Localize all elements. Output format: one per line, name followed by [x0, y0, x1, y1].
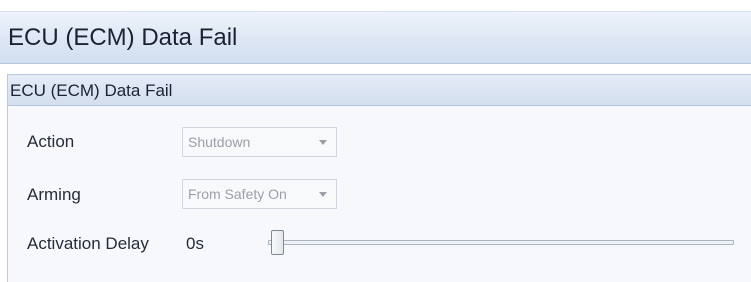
activation-delay-slider-thumb[interactable] — [271, 230, 284, 255]
chevron-down-icon — [319, 140, 327, 145]
action-dropdown[interactable]: Shutdown — [182, 127, 337, 157]
group-title: ECU (ECM) Data Fail — [10, 81, 173, 100]
activation-delay-slider-track[interactable] — [268, 240, 734, 245]
activation-delay-value: 0s — [186, 234, 204, 253]
arming-dropdown[interactable]: From Safety On — [182, 179, 337, 209]
arming-dropdown-value: From Safety On — [188, 186, 287, 202]
activation-delay-label: Activation Delay — [27, 234, 149, 253]
alarm-settings-page: ECU (ECM) Data Fail ECU (ECM) Data Fail … — [0, 0, 751, 282]
arming-label: Arming — [27, 185, 81, 204]
action-dropdown-value: Shutdown — [188, 134, 251, 150]
group-header: ECU (ECM) Data Fail — [8, 75, 751, 106]
chevron-down-icon — [319, 192, 327, 197]
page-title: ECU (ECM) Data Fail — [8, 24, 238, 51]
action-label: Action — [27, 132, 75, 151]
page-header: ECU (ECM) Data Fail — [0, 11, 751, 64]
